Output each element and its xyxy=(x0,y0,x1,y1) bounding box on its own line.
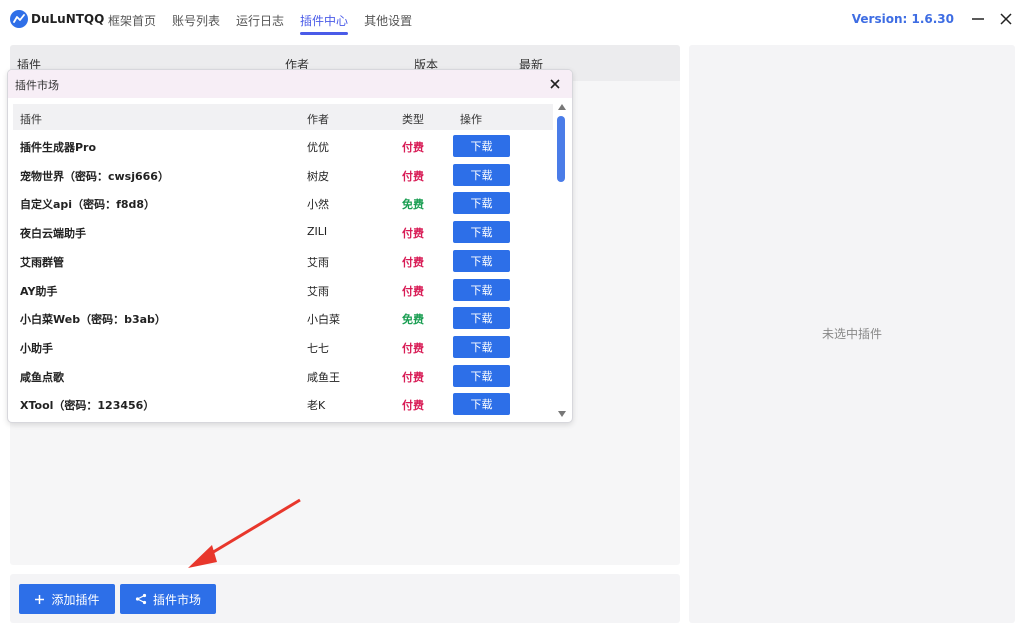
download-button[interactable]: 下载 xyxy=(453,364,510,387)
table-row[interactable]: 夜白云端助手 ZILI 付费 下载 xyxy=(13,218,553,247)
plugin-name: 自定义api（密码：f8d8） xyxy=(20,198,156,212)
app-name: DuLuNTQQ xyxy=(31,12,105,26)
plugin-author: 七七 xyxy=(307,341,329,355)
table-row[interactable]: AY助手 艾雨 付费 下载 xyxy=(13,276,553,305)
close-icon[interactable] xyxy=(998,10,1014,28)
plugin-author: 老K xyxy=(307,399,326,413)
download-button[interactable]: 下载 xyxy=(453,221,510,244)
plugin-author: 咸鱼王 xyxy=(307,370,340,384)
market-col-type: 类型 xyxy=(402,113,424,126)
market-table-header: 插件 作者 类型 操作 xyxy=(13,104,553,130)
plugin-name: 咸鱼点歌 xyxy=(20,370,64,384)
plugin-type-badge: 免费 xyxy=(402,313,424,327)
tab-plugin-center[interactable]: 插件中心 xyxy=(300,0,349,40)
plugin-author: 小白菜 xyxy=(307,313,340,327)
download-button[interactable]: 下载 xyxy=(453,163,510,186)
plugin-name: 小助手 xyxy=(20,341,53,355)
table-row[interactable]: 宠物世界（密码：cwsj666） 树皮 付费 下载 xyxy=(13,161,553,190)
plugin-author: 树皮 xyxy=(307,169,329,183)
plugin-market-button[interactable]: 插件市场 xyxy=(120,584,216,614)
dialog-close-icon[interactable] xyxy=(548,77,562,91)
dialog-header: 插件市场 xyxy=(8,70,572,98)
plugin-type-badge: 付费 xyxy=(402,227,424,241)
plugin-author: 优优 xyxy=(307,141,329,154)
add-plugin-label: 添加插件 xyxy=(51,592,100,607)
plugin-type-badge: 付费 xyxy=(402,141,424,154)
tab-logs[interactable]: 运行日志 xyxy=(236,0,284,40)
plugin-name: AY助手 xyxy=(20,284,58,298)
download-button[interactable]: 下载 xyxy=(453,307,510,330)
market-scrollbar[interactable] xyxy=(556,104,568,420)
plugin-market-dialog: 插件市场 插件 作者 类型 操作 插件生成器Pro 优优 付费 下载 宠物世界（密码：c… xyxy=(7,69,573,423)
plugin-author: ZILI xyxy=(307,225,328,239)
tab-other-settings[interactable]: 其他设置 xyxy=(364,0,412,40)
tab-accounts[interactable]: 账号列表 xyxy=(172,0,220,40)
share-icon xyxy=(135,593,147,605)
plugin-type-badge: 付费 xyxy=(402,169,424,183)
plugin-author: 艾雨 xyxy=(307,255,329,269)
plus-icon xyxy=(35,594,45,604)
table-row[interactable]: XTool（密码：123456） 老K 付费 下载 xyxy=(13,390,553,419)
plugin-author: 小然 xyxy=(307,198,329,212)
scroll-thumb[interactable] xyxy=(557,116,565,182)
table-row[interactable]: 咸鱼点歌 咸鱼王 付费 下载 xyxy=(13,362,553,391)
download-button[interactable]: 下载 xyxy=(453,335,510,358)
plugin-type-badge: 付费 xyxy=(402,341,424,355)
minimize-icon[interactable] xyxy=(970,10,986,28)
plugin-name: 夜白云端助手 xyxy=(20,227,86,241)
scroll-down-icon[interactable] xyxy=(558,411,566,417)
plugin-name: 小白菜Web（密码：b3ab） xyxy=(20,313,166,327)
plugin-author: 艾雨 xyxy=(307,284,329,298)
version-label: Version: 1.6.30 xyxy=(851,12,954,26)
market-col-author: 作者 xyxy=(307,113,329,126)
title-bar: DuLuNTQQ 框架首页 账号列表 运行日志 插件中心 其他设置 Versio… xyxy=(0,0,1024,40)
plugin-name: 艾雨群管 xyxy=(20,255,64,269)
top-nav: 框架首页 账号列表 运行日志 插件中心 其他设置 xyxy=(108,0,428,40)
plugin-type-badge: 付费 xyxy=(402,255,424,269)
plugin-type-badge: 付费 xyxy=(402,399,424,413)
plugin-type-badge: 免费 xyxy=(402,198,424,212)
plugin-name: 宠物世界（密码：cwsj666） xyxy=(20,169,169,183)
plugin-type-badge: 付费 xyxy=(402,284,424,298)
download-button[interactable]: 下载 xyxy=(453,135,510,157)
app-logo-icon xyxy=(10,10,28,28)
market-col-action: 操作 xyxy=(460,113,482,126)
plugin-type-badge: 付费 xyxy=(402,370,424,384)
plugin-detail-panel: 未选中插件 xyxy=(689,45,1015,623)
table-row[interactable]: 小白菜Web（密码：b3ab） 小白菜 免费 下载 xyxy=(13,304,553,333)
table-row[interactable]: 自定义api（密码：f8d8） 小然 免费 下载 xyxy=(13,189,553,218)
plugin-name: 插件生成器Pro xyxy=(20,141,97,154)
tab-home[interactable]: 框架首页 xyxy=(108,0,156,40)
plugin-market-label: 插件市场 xyxy=(152,592,201,607)
empty-state-text: 未选中插件 xyxy=(821,327,882,341)
table-row[interactable]: 艾雨群管 艾雨 付费 下载 xyxy=(13,247,553,276)
bottom-toolbar: 添加插件 插件市场 xyxy=(10,574,680,623)
download-button[interactable]: 下载 xyxy=(453,192,510,215)
dialog-title: 插件市场 xyxy=(15,79,59,92)
download-button[interactable]: 下载 xyxy=(453,249,510,272)
market-col-plugin: 插件 xyxy=(20,113,42,126)
scroll-up-icon[interactable] xyxy=(558,104,566,110)
add-plugin-button[interactable]: 添加插件 xyxy=(19,584,115,614)
plugin-name: XTool（密码：123456） xyxy=(20,399,155,413)
download-button[interactable]: 下载 xyxy=(453,278,510,301)
table-row[interactable]: 小助手 七七 付费 下载 xyxy=(13,333,553,362)
table-row[interactable]: 插件生成器Pro 优优 付费 下载 xyxy=(13,132,553,161)
download-button[interactable]: 下载 xyxy=(453,393,510,416)
